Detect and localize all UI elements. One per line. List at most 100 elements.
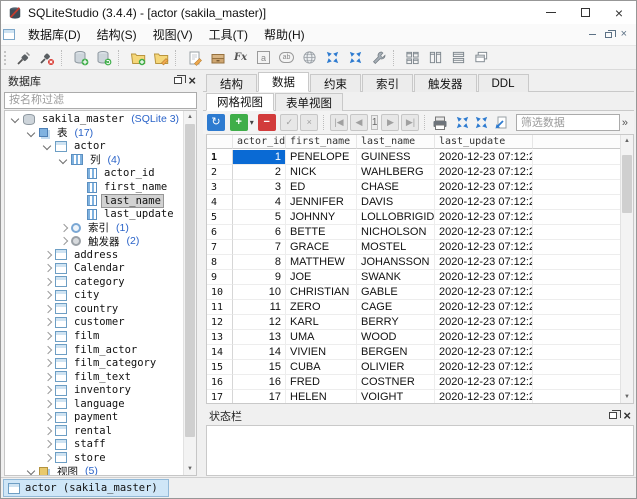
tree-item-last_update[interactable]: last_update [5,207,183,221]
load-full-data-button[interactable] [493,112,509,133]
grid-cell[interactable]: GABLE [357,285,435,300]
grid-cell[interactable]: NICHOLSON [357,225,435,240]
chevron-right-icon[interactable] [40,304,54,314]
chevron-right-icon[interactable] [40,250,54,260]
tree-item-film_category[interactable]: film_category [5,356,183,370]
tree-item-触发器[interactable]: 触发器(2) [5,234,183,248]
refresh-grid-button[interactable]: ↻ [207,114,225,131]
grid-cell[interactable]: 2020-12-23 07:12:29 [435,330,533,345]
column-header-actor_id[interactable]: actor_id [233,135,286,149]
grid-cell[interactable]: 1 [233,150,286,165]
grid-cell[interactable]: 2020-12-23 07:12:29 [435,345,533,360]
grid-cell[interactable]: JOE [286,270,357,285]
row-number[interactable]: 10 [207,285,233,300]
tree-item-category[interactable]: category [5,275,183,289]
row-number[interactable]: 12 [207,315,233,330]
functions-editor-button[interactable]: Fx [230,47,251,68]
database-filter-input[interactable] [4,92,197,109]
chevron-down-icon[interactable] [24,128,38,138]
tree-item-payment[interactable]: payment [5,411,183,425]
grid-cell[interactable]: 6 [233,225,286,240]
add-row-button[interactable]: + [230,114,248,131]
import-button[interactable]: ab [276,47,297,68]
grid-cell[interactable]: JENNIFER [286,195,357,210]
column-header-last_name[interactable]: last_name [357,135,435,149]
tree-item-film_actor[interactable]: film_actor [5,343,183,357]
tree-item-表[interactable]: 表(17) [5,126,183,140]
subtab-grid-view[interactable]: 网格视图 [206,93,274,111]
grid-cell[interactable]: CHASE [357,180,435,195]
grid-cell[interactable]: BETTE [286,225,357,240]
close-panel-icon[interactable]: × [188,74,196,87]
open-sql-editor-button[interactable] [184,47,205,68]
tree-item-索引[interactable]: 索引(1) [5,221,183,235]
tree-item-sakila_master[interactable]: sakila_master(SQLite 3) [5,113,183,127]
scroll-up-icon[interactable]: ▲ [621,135,633,147]
fit-window-button[interactable] [322,47,343,68]
menu-tools[interactable]: 工具(T) [201,24,256,45]
chevron-right-icon[interactable] [40,317,54,327]
tree-item-列[interactable]: 列(4) [5,153,183,167]
tree-item-language[interactable]: language [5,397,183,411]
column-header-last_update[interactable]: last_update [435,135,533,149]
grid-cell[interactable]: 2020-12-23 07:12:29 [435,300,533,315]
chevron-right-icon[interactable] [56,236,70,246]
grid-cell[interactable]: OLIVIER [357,360,435,375]
chevron-right-icon[interactable] [56,223,70,233]
menu-structure[interactable]: 结构(S) [89,24,145,45]
print-button[interactable] [432,112,448,133]
row-number[interactable]: 5 [207,210,233,225]
tree-scrollbar[interactable]: ▲ ▼ [183,111,196,476]
tree-item-staff[interactable]: staff [5,438,183,452]
grid-cell[interactable]: 15 [233,360,286,375]
tile-horizontally-button[interactable] [448,47,469,68]
grid-cell[interactable]: 13 [233,330,286,345]
grid-scrollbar[interactable]: ▲ ▼ [620,135,633,403]
fit-columns-button[interactable] [455,112,470,133]
grid-cell[interactable]: 2020-12-23 07:12:29 [435,210,533,225]
chevron-right-icon[interactable] [40,412,54,422]
close-panel-icon[interactable]: × [623,409,631,422]
grid-corner-cell[interactable] [207,135,233,149]
tree-item-inventory[interactable]: inventory [5,383,183,397]
grid-cell[interactable]: 14 [233,345,286,360]
grid-cell[interactable]: JOHANSSON [357,255,435,270]
ddl-history-button[interactable] [207,47,228,68]
grid-cell[interactable]: 7 [233,240,286,255]
column-header-first_name[interactable]: first_name [286,135,357,149]
row-number[interactable]: 6 [207,225,233,240]
grid-cell[interactable]: KARL [286,315,357,330]
tile-vertically-button[interactable] [425,47,446,68]
chevron-down-icon[interactable] [56,155,70,165]
grid-cell[interactable]: 2020-12-23 07:12:29 [435,360,533,375]
cascade-windows-button[interactable] [471,47,492,68]
tree-item-customer[interactable]: customer [5,316,183,330]
grid-filter-input[interactable] [516,114,620,131]
export-button[interactable] [299,47,320,68]
grid-cell[interactable]: LOLLOBRIGIDA [357,210,435,225]
grid-cell[interactable]: SWANK [357,270,435,285]
tree-item-film[interactable]: film [5,329,183,343]
chevron-right-icon[interactable] [40,263,54,273]
chevron-right-icon[interactable] [40,290,54,300]
grid-cell[interactable]: 2020-12-23 07:12:29 [435,180,533,195]
row-number[interactable]: 13 [207,330,233,345]
grid-cell[interactable]: 10 [233,285,286,300]
tree-item-rental[interactable]: rental [5,424,183,438]
grid-cell[interactable]: 2020-12-23 07:12:29 [435,375,533,390]
row-number[interactable]: 11 [207,300,233,315]
row-number[interactable]: 3 [207,180,233,195]
grid-cell[interactable]: FRED [286,375,357,390]
tab-data[interactable]: 数据 [258,72,309,92]
grid-cell[interactable]: 12 [233,315,286,330]
grid-cell[interactable]: 2020-12-23 07:12:29 [435,255,533,270]
window-minimize-button[interactable] [534,1,568,24]
tile-windows-button[interactable] [402,47,423,68]
grid-cell[interactable]: 3 [233,180,286,195]
grid-cell[interactable]: CHRISTIAN [286,285,357,300]
grid-cell[interactable]: 2 [233,165,286,180]
tree-item-address[interactable]: address [5,248,183,262]
grid-cell[interactable]: UMA [286,330,357,345]
subtab-form-view[interactable]: 表单视图 [275,93,343,111]
tab-structure[interactable]: 结构 [206,74,257,92]
